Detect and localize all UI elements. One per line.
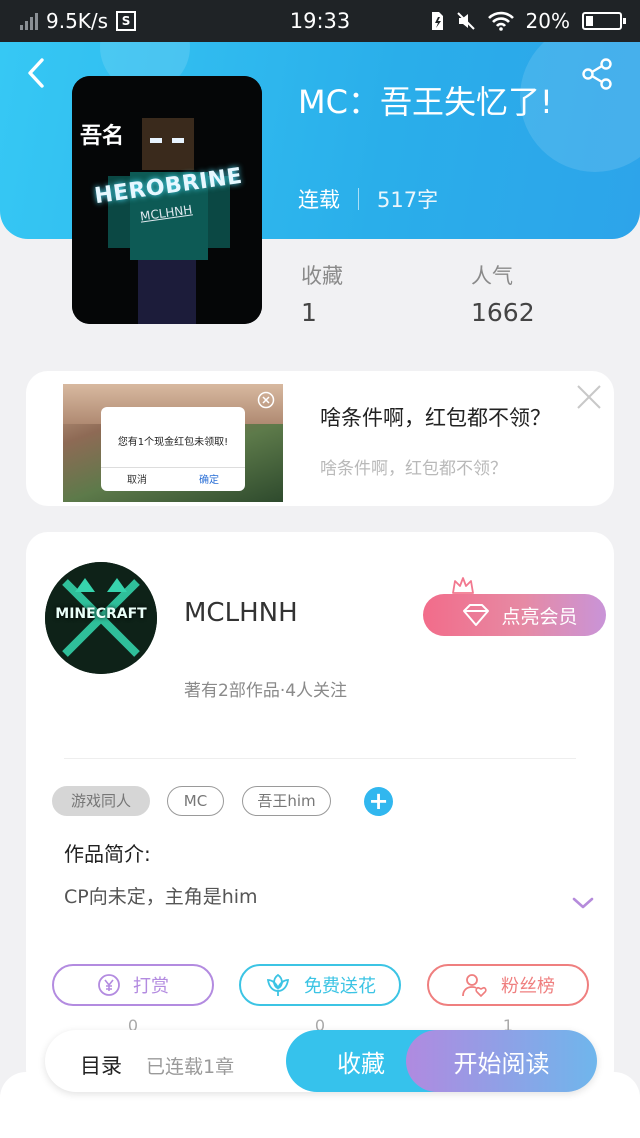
intro-text: CP向未定，主角是him [64, 886, 258, 908]
chevron-down-icon [572, 897, 594, 909]
share-icon [582, 58, 612, 90]
author-meta: 著有2部作品·4人关注 [184, 681, 348, 701]
close-icon [577, 385, 601, 409]
cover-text-top: 吾名 [80, 124, 125, 149]
book-cover[interactable]: 吾名 HEROBRINE MCLHNH [72, 76, 262, 324]
ad-image-close-icon [257, 391, 275, 409]
start-reading-button[interactable]: 开始阅读 [406, 1030, 597, 1092]
tag-game-fanfic[interactable]: 游戏同人 [52, 786, 150, 816]
stat-value-popularity: 1662 [471, 298, 535, 327]
tip-button[interactable]: 打赏 [52, 964, 214, 1006]
yen-coin-icon [98, 974, 120, 996]
ad-dialog-text: 您有1个现金红包未领取! [117, 437, 229, 448]
vip-button-label: 点亮会员 [501, 605, 578, 628]
avatar-text: MINECRAFT [55, 606, 147, 622]
back-button[interactable] [24, 56, 48, 97]
fan-ranking-label: 粉丝榜 [501, 976, 555, 997]
ad-dialog-cancel: 取消 [127, 475, 147, 486]
wifi-icon [487, 11, 514, 31]
battery-icon [582, 12, 626, 30]
chevron-left-icon [28, 58, 44, 88]
toc-button[interactable]: 目录 [80, 1050, 122, 1080]
battery-percent: 20% [525, 9, 570, 33]
expand-intro-button[interactable] [571, 895, 595, 915]
intro-title: 作品简介: [64, 842, 151, 866]
stat-label-favorites: 收藏 [301, 264, 343, 288]
word-count: 517字 [377, 188, 439, 212]
sim-icon [431, 12, 443, 30]
start-reading-label: 开始阅读 [453, 1049, 550, 1078]
crown-icon [452, 577, 474, 594]
chapter-status: 已连载1章 [146, 1056, 235, 1078]
status-right: 20% [430, 9, 626, 33]
flower-icon [266, 973, 290, 996]
tag-mc[interactable]: MC [167, 786, 224, 816]
tip-label: 打赏 [133, 976, 169, 997]
divider [358, 188, 359, 210]
stat-value-favorites: 1 [301, 298, 317, 327]
divider [64, 758, 576, 759]
divider [101, 467, 245, 468]
ad-close-button[interactable] [574, 382, 604, 412]
fan-ranking-button[interactable]: 粉丝榜 [427, 964, 589, 1006]
tag-wuwang-him[interactable]: 吾王him [242, 786, 331, 816]
author-name[interactable]: MCLHNH [184, 598, 298, 628]
stat-label-popularity: 人气 [471, 264, 513, 288]
ad-dialog-confirm: 确定 [199, 475, 219, 486]
send-flower-button[interactable]: 免费送花 [239, 964, 401, 1006]
ad-title: 啥条件啊，红包都不领？ [320, 406, 551, 430]
vip-button[interactable]: 点亮会员 [423, 594, 606, 636]
book-status-row: 连载 517字 [298, 184, 438, 214]
mute-icon [456, 12, 475, 30]
author-avatar[interactable]: MINECRAFT [45, 562, 157, 674]
book-title: MC：吾王失忆了! [298, 83, 553, 121]
favorite-label: 收藏 [337, 1049, 385, 1078]
status-bar: 9.5K/s S 19:33 20% [0, 0, 640, 42]
share-button[interactable] [580, 58, 614, 94]
add-tag-button[interactable]: + [364, 787, 393, 816]
serial-status: 连载 [298, 188, 340, 212]
user-heart-icon [462, 974, 487, 998]
ad-dialog-mock: 您有1个现金红包未领取! 取消 确定 [101, 407, 245, 491]
ad-subtitle: 啥条件啊，红包都不领？ [320, 459, 507, 479]
send-flower-label: 免费送花 [304, 976, 376, 997]
diamond-icon [463, 604, 490, 626]
